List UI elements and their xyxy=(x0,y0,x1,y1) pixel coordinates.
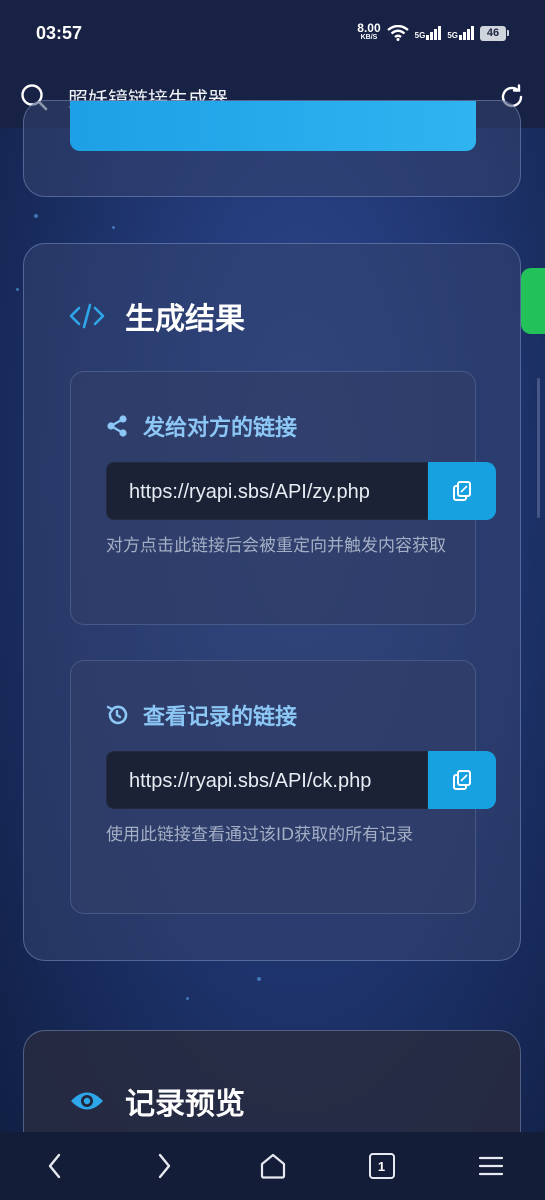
status-time: 03:57 xyxy=(36,22,83,43)
share-icon xyxy=(107,415,127,437)
send-link-title: 发给对方的链接 xyxy=(143,416,298,441)
send-link-header: 发给对方的链接 xyxy=(105,410,297,442)
decor-dot xyxy=(257,977,261,981)
preview-header: 记录预览 xyxy=(69,1079,245,1123)
back-button[interactable] xyxy=(28,1139,82,1193)
result-header: 生成结果 xyxy=(69,294,245,338)
eye-icon xyxy=(71,1092,103,1110)
view-link-panel: 查看记录的链接 https://ryapi.sbs/API/ck.php 使用此… xyxy=(70,660,496,914)
history-icon xyxy=(106,705,128,725)
menu-button[interactable] xyxy=(464,1139,518,1193)
decor-dot xyxy=(112,226,115,229)
home-icon xyxy=(260,1153,285,1179)
send-link-input[interactable]: https://ryapi.sbs/API/zy.php xyxy=(106,462,428,520)
decor-dot xyxy=(16,288,19,291)
menu-icon xyxy=(478,1156,503,1176)
signal-icon-2: 5G xyxy=(447,26,474,40)
bottom-nav: 1 xyxy=(0,1132,545,1200)
generate-button[interactable] xyxy=(70,101,476,151)
copy-icon xyxy=(453,481,471,501)
floating-side-tab[interactable] xyxy=(521,268,545,334)
signal-icon: 5G xyxy=(415,26,442,40)
battery-icon: 46 xyxy=(480,25,509,41)
network-speed: 8.00 KB/S xyxy=(357,21,381,41)
send-link-panel: 发给对方的链接 https://ryapi.sbs/API/zy.php 对方点… xyxy=(70,371,496,625)
view-link-title: 查看记录的链接 xyxy=(143,705,298,730)
config-card xyxy=(23,100,521,197)
wifi-icon xyxy=(386,25,409,41)
send-link-hint: 对方点击此链接后会被重定向并触发内容获取 xyxy=(106,536,446,556)
chevron-left-icon xyxy=(48,1153,60,1179)
status-bar: 03:57 8.00 KB/S 5G 5G 46 xyxy=(0,0,545,66)
forward-button[interactable] xyxy=(137,1139,191,1193)
view-link-input[interactable]: https://ryapi.sbs/API/ck.php xyxy=(106,751,428,809)
scrollbar[interactable] xyxy=(537,378,540,518)
view-link-header: 查看记录的链接 xyxy=(105,699,297,731)
view-link-hint: 使用此链接查看通过该ID获取的所有记录 xyxy=(106,825,414,845)
copy-icon xyxy=(453,770,471,790)
tab-count: 1 xyxy=(368,1153,395,1179)
chevron-right-icon xyxy=(158,1153,170,1179)
decor-dot xyxy=(34,214,38,218)
copy-view-link-button[interactable] xyxy=(428,751,496,809)
status-icons: 8.00 KB/S 5G 5G 46 xyxy=(357,21,509,42)
result-title: 生成结果 xyxy=(125,302,245,337)
decor-dot xyxy=(186,997,189,1000)
copy-send-link-button[interactable] xyxy=(428,462,496,520)
tabs-button[interactable]: 1 xyxy=(355,1139,409,1193)
code-icon xyxy=(69,303,105,329)
result-card: 生成结果 发给对方的链接 https://ryapi.sbs/API/zy.ph… xyxy=(23,243,521,961)
home-button[interactable] xyxy=(246,1139,300,1193)
preview-title: 记录预览 xyxy=(125,1087,245,1122)
